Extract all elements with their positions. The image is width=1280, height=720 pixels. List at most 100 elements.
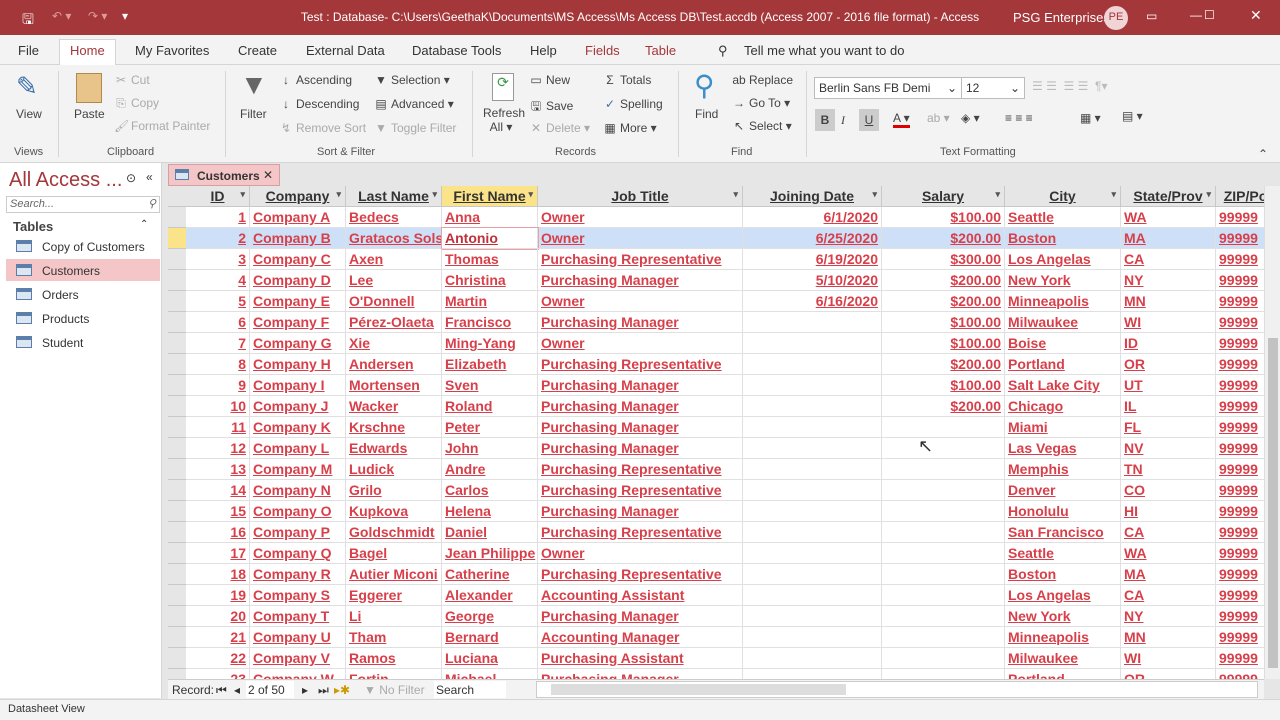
cell-last-name[interactable]: Bedecs bbox=[346, 207, 442, 228]
cell-company[interactable]: Company D bbox=[250, 270, 346, 291]
cell-city[interactable]: Denver bbox=[1005, 480, 1121, 501]
fill-color-icon[interactable]: ◈ ▾ bbox=[961, 111, 980, 125]
cell-first-name[interactable]: George bbox=[442, 606, 538, 627]
cell-state-prov[interactable]: HI bbox=[1121, 501, 1216, 522]
cell-salary[interactable] bbox=[882, 648, 1005, 669]
cell-zip-po[interactable]: 99999 bbox=[1216, 249, 1264, 270]
cell-zip-po[interactable]: 99999 bbox=[1216, 480, 1264, 501]
cell-first-name[interactable]: Bernard bbox=[442, 627, 538, 648]
current-record-input[interactable]: 2 of 50 bbox=[246, 681, 294, 698]
cell-salary[interactable]: $200.00 bbox=[882, 270, 1005, 291]
select-button[interactable]: ↖ Select ▾ bbox=[732, 119, 792, 133]
cell-id[interactable]: 15 bbox=[186, 501, 250, 522]
cell-job-title[interactable]: Owner bbox=[538, 333, 743, 354]
cell-state-prov[interactable]: CA bbox=[1121, 585, 1216, 606]
column-header-id[interactable]: ID ▾ bbox=[186, 186, 250, 207]
font-name-select[interactable]: Berlin Sans FB Demi ⌄ bbox=[814, 77, 962, 99]
cell-id[interactable]: 13 bbox=[186, 459, 250, 480]
tab-database-tools[interactable]: Database Tools bbox=[412, 43, 501, 58]
cell-state-prov[interactable]: CA bbox=[1121, 249, 1216, 270]
font-color-icon[interactable]: A ▾ bbox=[893, 111, 910, 128]
cell-job-title[interactable]: Purchasing Manager bbox=[538, 312, 743, 333]
table-row[interactable]: 6 Company F Pérez-Olaeta Francisco Purchasin… bbox=[168, 312, 1264, 333]
cell-company[interactable]: Company C bbox=[250, 249, 346, 270]
italic-button[interactable]: I bbox=[841, 113, 845, 128]
cell-job-title[interactable]: Purchasing Representative bbox=[538, 354, 743, 375]
cell-state-prov[interactable]: WI bbox=[1121, 312, 1216, 333]
horizontal-scrollbar[interactable] bbox=[536, 681, 1258, 698]
cell-company[interactable]: Company I bbox=[250, 375, 346, 396]
cell-first-name[interactable]: Daniel bbox=[442, 522, 538, 543]
new-record-button[interactable]: ▭ New bbox=[529, 73, 570, 87]
cell-joining-date[interactable]: 6/19/2020 bbox=[743, 249, 882, 270]
cell-salary[interactable]: $100.00 bbox=[882, 207, 1005, 228]
row-selector[interactable] bbox=[168, 291, 186, 312]
table-row[interactable]: 23 Company W Fortin Michael Purchasing Manag… bbox=[168, 669, 1264, 679]
column-dropdown-icon[interactable]: ▾ bbox=[1206, 189, 1211, 200]
column-header-city[interactable]: City ▾ bbox=[1005, 186, 1121, 207]
collapse-ribbon-icon[interactable]: ⌃ bbox=[1258, 147, 1268, 161]
cell-state-prov[interactable]: NY bbox=[1121, 606, 1216, 627]
cell-first-name[interactable]: Helena bbox=[442, 501, 538, 522]
cell-joining-date[interactable] bbox=[743, 648, 882, 669]
table-row[interactable]: 19 Company S Eggerer Alexander Accounting As… bbox=[168, 585, 1264, 606]
cell-zip-po[interactable]: 99999 bbox=[1216, 270, 1264, 291]
row-selector[interactable] bbox=[168, 459, 186, 480]
cell-job-title[interactable]: Purchasing Manager bbox=[538, 270, 743, 291]
cell-first-name[interactable]: Jean Philippe bbox=[442, 543, 538, 564]
cell-id[interactable]: 4 bbox=[186, 270, 250, 291]
table-row[interactable]: 22 Company V Ramos Luciana Purchasing Assist… bbox=[168, 648, 1264, 669]
table-row[interactable]: 3 Company C Axen Thomas Purchasing Represent… bbox=[168, 249, 1264, 270]
cell-joining-date[interactable] bbox=[743, 375, 882, 396]
cell-first-name[interactable]: Catherine bbox=[442, 564, 538, 585]
cell-city[interactable]: Los Angelas bbox=[1005, 249, 1121, 270]
cell-last-name[interactable]: Axen bbox=[346, 249, 442, 270]
copy-button[interactable]: ⎘ Copy bbox=[114, 96, 159, 111]
cell-job-title[interactable]: Purchasing Assistant bbox=[538, 648, 743, 669]
minimize-button[interactable]: — bbox=[1190, 8, 1202, 22]
cell-salary[interactable] bbox=[882, 543, 1005, 564]
column-dropdown-icon[interactable]: ▾ bbox=[733, 189, 738, 200]
cell-zip-po[interactable]: 99999 bbox=[1216, 354, 1264, 375]
tell-me-input[interactable]: Tell me what you want to do bbox=[744, 43, 904, 58]
cell-state-prov[interactable]: MN bbox=[1121, 291, 1216, 312]
row-selector[interactable] bbox=[168, 501, 186, 522]
cell-first-name[interactable]: Thomas bbox=[442, 249, 538, 270]
table-row[interactable]: 17 Company Q Bagel Jean Philippe Owner Seattl… bbox=[168, 543, 1264, 564]
cell-salary[interactable] bbox=[882, 501, 1005, 522]
cell-first-name[interactable]: Anna bbox=[442, 207, 538, 228]
cell-id[interactable]: 7 bbox=[186, 333, 250, 354]
cell-company[interactable]: Company N bbox=[250, 480, 346, 501]
nav-menu-icon[interactable]: ⊙ bbox=[126, 171, 136, 185]
cell-company[interactable]: Company R bbox=[250, 564, 346, 585]
cell-first-name[interactable]: John bbox=[442, 438, 538, 459]
highlight-icon[interactable]: ab ▾ bbox=[927, 111, 950, 125]
nav-item-student[interactable]: Student bbox=[6, 331, 160, 353]
cell-joining-date[interactable] bbox=[743, 606, 882, 627]
no-filter-button[interactable]: ▼ No Filter bbox=[364, 683, 425, 697]
cell-last-name[interactable]: Ramos bbox=[346, 648, 442, 669]
row-selector[interactable] bbox=[168, 648, 186, 669]
cell-company[interactable]: Company L bbox=[250, 438, 346, 459]
column-header-job-title[interactable]: Job Title ▾ bbox=[538, 186, 743, 207]
cell-zip-po[interactable]: 99999 bbox=[1216, 291, 1264, 312]
cell-id[interactable]: 3 bbox=[186, 249, 250, 270]
cell-last-name[interactable]: Xie bbox=[346, 333, 442, 354]
cell-joining-date[interactable]: 6/25/2020 bbox=[743, 228, 882, 249]
first-record-button[interactable]: ⏮ bbox=[216, 683, 227, 698]
save-record-button[interactable]: 🖫 Save bbox=[529, 97, 573, 118]
nav-title[interactable]: All Access ... bbox=[9, 169, 122, 192]
nav-item-copy-of-customers[interactable]: Copy of Customers bbox=[6, 235, 160, 257]
bold-button[interactable]: B bbox=[815, 109, 835, 131]
column-dropdown-icon[interactable]: ▾ bbox=[872, 189, 877, 200]
cell-joining-date[interactable] bbox=[743, 438, 882, 459]
cell-last-name[interactable]: Kupkova bbox=[346, 501, 442, 522]
cell-id[interactable]: 12 bbox=[186, 438, 250, 459]
cell-last-name[interactable]: Tham bbox=[346, 627, 442, 648]
advanced-button[interactable]: ▤ Advanced ▾ bbox=[374, 97, 453, 111]
cell-company[interactable]: Company H bbox=[250, 354, 346, 375]
cell-job-title[interactable]: Accounting Manager bbox=[538, 627, 743, 648]
cell-job-title[interactable]: Purchasing Manager bbox=[538, 606, 743, 627]
cell-id[interactable]: 6 bbox=[186, 312, 250, 333]
cell-job-title[interactable]: Purchasing Manager bbox=[538, 396, 743, 417]
